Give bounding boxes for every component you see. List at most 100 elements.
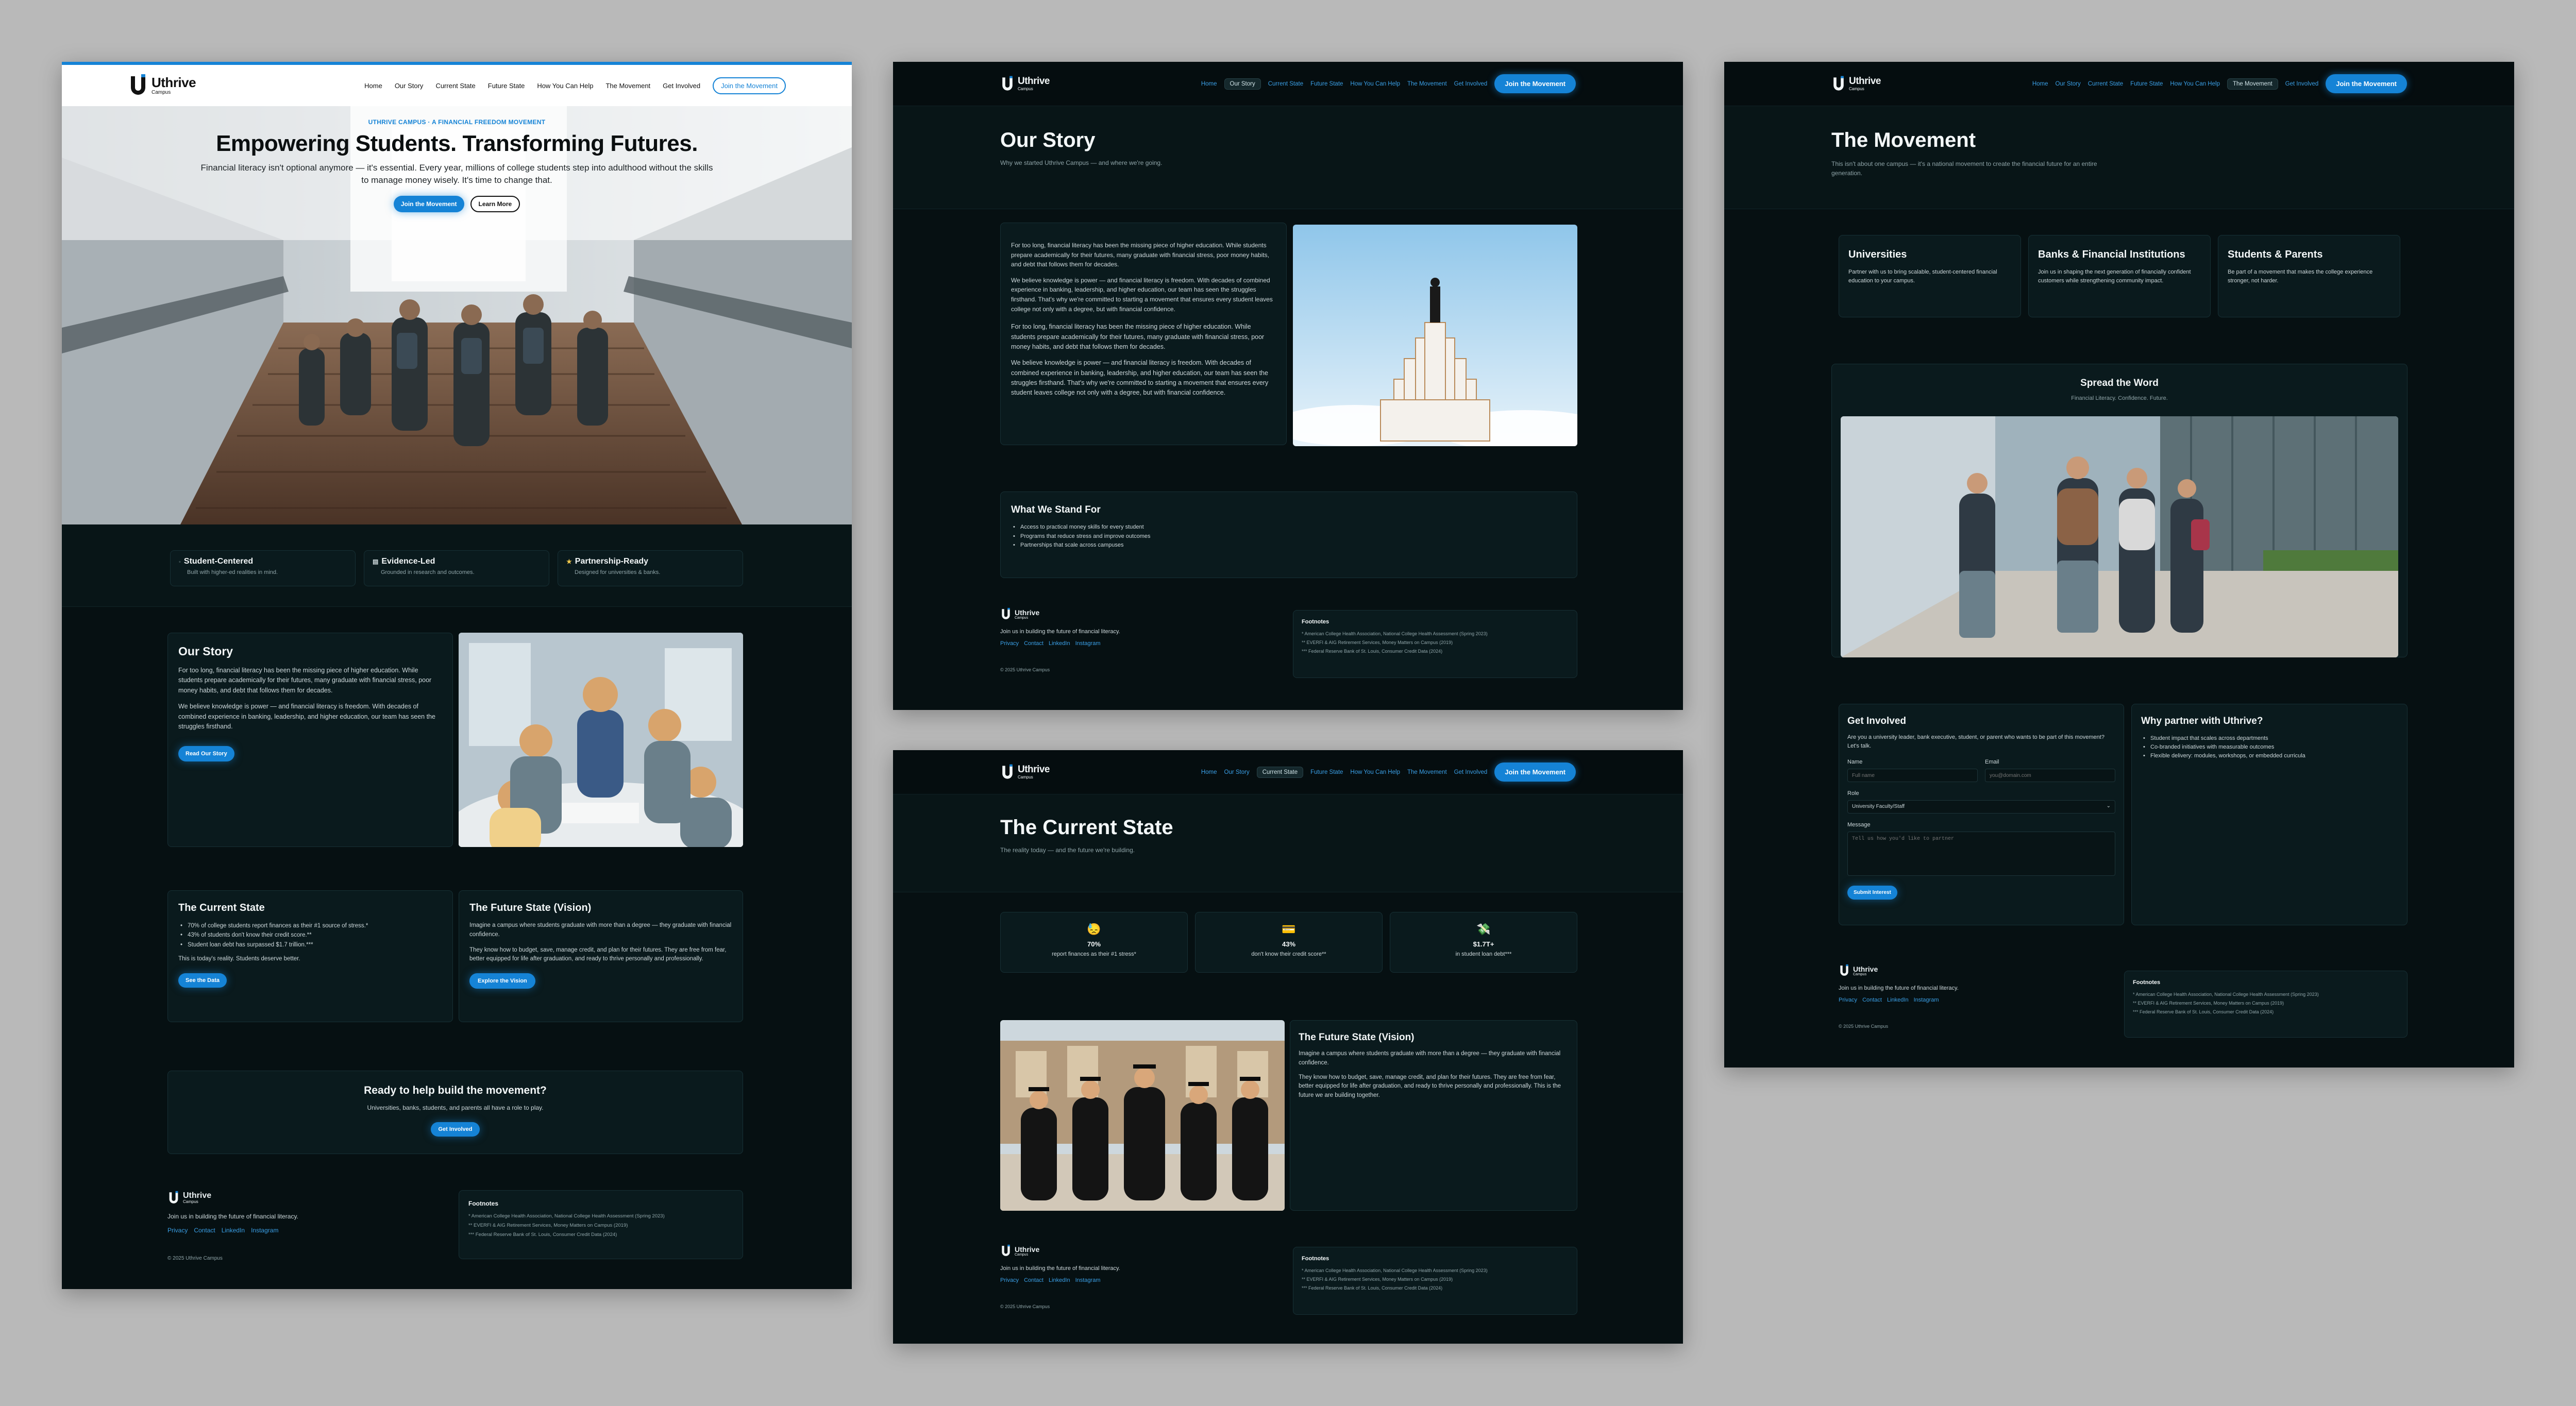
story-p2: We believe knowledge is power — and fina… [1011, 276, 1273, 313]
movement-nav-current-state[interactable]: Current State [2088, 81, 2123, 87]
movement-footer-brand-sub: Campus [1853, 972, 1867, 976]
movement-nav-how-you-can-help[interactable]: How You Can Help [2170, 81, 2220, 87]
nav-future-state[interactable]: Future State [488, 82, 525, 90]
story-footer-brand: Uthrive [1015, 608, 1040, 617]
why-partner-item-1: Student impact that scales across depart… [2141, 734, 2398, 743]
graduates-image [1000, 1020, 1285, 1211]
submit-interest-button[interactable]: Submit Interest [1847, 886, 1897, 900]
nav-get-involved[interactable]: Get Involved [663, 82, 700, 90]
nav-home[interactable]: Home [364, 82, 382, 90]
movement-nav-get-involved[interactable]: Get Involved [2285, 81, 2319, 87]
nav-current-state[interactable]: Current State [435, 82, 475, 90]
current-footnotes-title: Footnotes [1302, 1256, 1329, 1262]
stat-card-stress: 😓 70% report finances as their #1 stress… [1000, 912, 1188, 973]
story-nav-get-involved[interactable]: Get Involved [1454, 81, 1488, 87]
role-select[interactable]: University Faculty/Staff ⌄ [1847, 800, 2115, 814]
story-footer-instagram[interactable]: Instagram [1075, 640, 1101, 647]
spread-title: Spread the Word [2080, 378, 2159, 388]
current-nav-future-state[interactable]: Future State [1310, 769, 1343, 775]
current-footer-logo[interactable]: Uthrive Campus [1000, 1244, 1120, 1258]
hero-learn-more-button[interactable]: Learn More [470, 195, 520, 212]
current-footer-contact[interactable]: Contact [1024, 1277, 1043, 1283]
stat-icon-stress: 😓 [1087, 923, 1101, 936]
role-label: Role [1847, 790, 1859, 797]
movement-footer-logo[interactable]: Uthrive Campus [1839, 963, 1959, 978]
nav-the-movement[interactable]: The Movement [605, 82, 650, 90]
nav-how-you-can-help[interactable]: How You Can Help [537, 82, 593, 90]
stat-label-stress: report finances as their #1 stress* [1052, 951, 1136, 957]
home-future-state-panel: The Future State (Vision) Imagine a camp… [459, 890, 743, 1022]
story-brand-sub: Campus [1018, 87, 1033, 91]
hero-join-button[interactable]: Join the Movement [393, 195, 464, 212]
story-nav-join-button[interactable]: Join the Movement [1494, 74, 1576, 93]
message-textarea[interactable] [1847, 832, 2115, 876]
nav-our-story[interactable]: Our Story [395, 82, 424, 90]
hero-title: Empowering Students. Transforming Future… [216, 131, 698, 156]
movement-nav-join-button[interactable]: Join the Movement [2326, 74, 2407, 93]
story-footer-linkedin[interactable]: LinkedIn [1049, 640, 1070, 647]
movement-footer-contact[interactable]: Contact [1862, 997, 1882, 1003]
footer-privacy-link[interactable]: Privacy [167, 1227, 188, 1234]
story-brand-name: Uthrive [1018, 76, 1050, 87]
current-footnote-1: * American College Health Association, N… [1302, 1268, 1488, 1273]
footer-logo[interactable]: Uthrive Campus [167, 1190, 425, 1206]
brand-name: Uthrive [151, 75, 196, 90]
current-nav-current-state[interactable]: Current State [1256, 766, 1304, 778]
story-nav-future-state[interactable]: Future State [1310, 81, 1343, 87]
name-label: Name [1847, 759, 1863, 766]
movement-nav-home[interactable]: Home [2032, 81, 2048, 87]
stand-for-item-2: Programs that reduce stress and improve … [1011, 532, 1567, 541]
story-footer-contact[interactable]: Contact [1024, 640, 1043, 647]
footer-linkedin-link[interactable]: LinkedIn [222, 1227, 245, 1234]
movement-footer-instagram[interactable]: Instagram [1914, 997, 1939, 1003]
story-brand-logo[interactable]: Uthrive Campus [1000, 75, 1050, 93]
current-header: The Current State The reality today — an… [1000, 816, 1173, 854]
current-footer-linkedin[interactable]: LinkedIn [1049, 1277, 1070, 1283]
story-nav-the-movement[interactable]: The Movement [1407, 81, 1447, 87]
stat-value-stress: 70% [1087, 940, 1101, 948]
movement-footer-linkedin[interactable]: LinkedIn [1887, 997, 1909, 1003]
why-partner-item-3: Flexible delivery: modules, workshops, o… [2141, 752, 2398, 760]
nav-join-button[interactable]: Join the Movement [713, 77, 786, 94]
name-input[interactable] [1847, 769, 1978, 783]
see-the-data-button[interactable]: See the Data [178, 973, 227, 988]
read-our-story-button[interactable]: Read Our Story [178, 746, 234, 762]
email-input[interactable] [1985, 769, 2115, 783]
current-footer-instagram[interactable]: Instagram [1075, 1277, 1101, 1283]
audience-students-parents: Students & Parents Be part of a movement… [2218, 235, 2400, 317]
current-nav-join-button[interactable]: Join the Movement [1494, 763, 1576, 782]
footer-contact-link[interactable]: Contact [194, 1227, 215, 1234]
story-footer-privacy[interactable]: Privacy [1000, 640, 1019, 647]
movement-nav-the-movement[interactable]: The Movement [2227, 78, 2278, 90]
story-footnote-2: ** EVERFI & AIG Retirement Services, Mon… [1302, 640, 1453, 645]
hero-eyebrow: UTHRIVE CAMPUS · A FINANCIAL FREEDOM MOV… [368, 118, 546, 126]
current-nav-get-involved[interactable]: Get Involved [1454, 769, 1488, 775]
cta-get-involved-button[interactable]: Get Involved [431, 1122, 480, 1137]
story-nav-links: Home Our Story Current State Future Stat… [1201, 74, 1576, 93]
summit-image [1293, 225, 1577, 446]
movement-footer-privacy[interactable]: Privacy [1839, 997, 1857, 1003]
brand-logo[interactable]: Uthrive Campus [128, 73, 196, 98]
movement-brand-logo[interactable]: Uthrive Campus [1831, 75, 1881, 93]
current-brand-logo[interactable]: Uthrive Campus [1000, 764, 1050, 781]
story-footer-logo[interactable]: Uthrive Campus [1000, 607, 1120, 621]
movement-nav-future-state[interactable]: Future State [2130, 81, 2163, 87]
story-nav-home[interactable]: Home [1201, 81, 1217, 87]
current-footer-brand: Uthrive [1015, 1245, 1040, 1253]
current-footer-brand-sub: Campus [1015, 1252, 1029, 1257]
current-nav-home[interactable]: Home [1201, 769, 1217, 775]
current-footer-privacy[interactable]: Privacy [1000, 1277, 1019, 1283]
footer-instagram-link[interactable]: Instagram [251, 1227, 278, 1234]
students-group-illustration [459, 633, 743, 847]
current-nav-the-movement[interactable]: The Movement [1407, 769, 1447, 775]
explore-vision-button[interactable]: Explore the Vision [469, 973, 535, 989]
current-nav-our-story[interactable]: Our Story [1224, 769, 1250, 775]
audience-banks: Banks & Financial Institutions Join us i… [2028, 235, 2211, 317]
story-nav-current-state[interactable]: Current State [1268, 81, 1303, 87]
story-nav-how-you-can-help[interactable]: How You Can Help [1350, 81, 1400, 87]
story-footer-copyright: © 2025 Uthrive Campus [1000, 667, 1050, 673]
movement-nav-our-story[interactable]: Our Story [2056, 81, 2081, 87]
story-nav-our-story[interactable]: Our Story [1224, 78, 1261, 90]
stat-value-credit: 43% [1282, 940, 1296, 948]
current-nav-how-you-can-help[interactable]: How You Can Help [1350, 769, 1400, 775]
